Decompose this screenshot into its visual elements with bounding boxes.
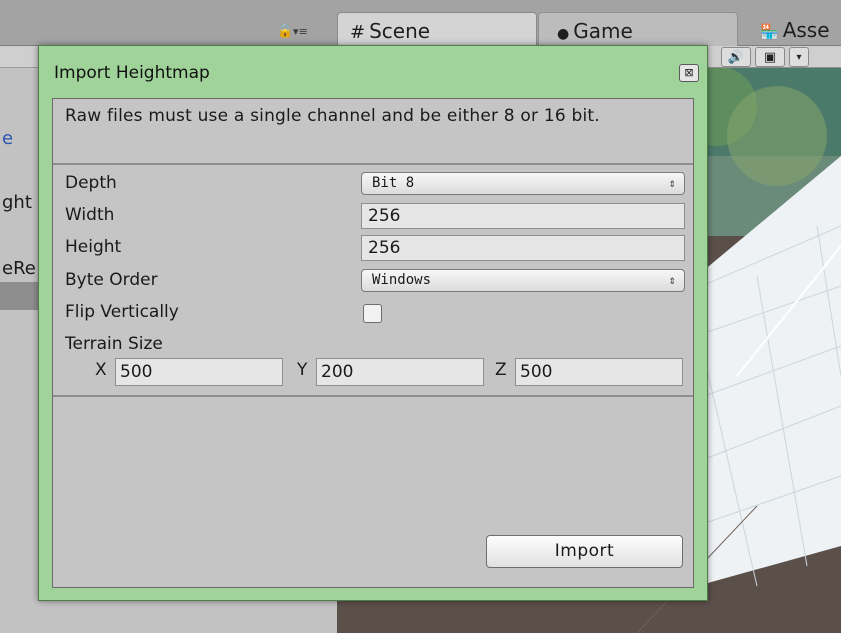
updown-arrow-icon: ⇕ [668, 273, 676, 287]
import-heightmap-dialog: Import Heightmap ⊠ Raw files must use a … [38, 45, 708, 601]
image-effects-icon[interactable]: ▣ [755, 47, 785, 67]
tab-game[interactable]: ● Game [538, 12, 738, 46]
byte-order-row: Byte Order Windows ⇕ [53, 266, 693, 296]
height-label: Height [65, 237, 122, 257]
dialog-titlebar[interactable]: Import Heightmap ⊠ [39, 46, 707, 90]
terrain-y-field[interactable]: 200 [316, 358, 484, 386]
lock-icon[interactable]: 🔒 [277, 24, 293, 39]
tab-scene[interactable]: # Scene [337, 12, 537, 46]
z-label: Z [495, 360, 507, 380]
audio-icon[interactable]: 🔊 [721, 47, 751, 67]
x-label: X [95, 360, 107, 380]
width-label: Width [65, 205, 115, 225]
terrain-z-field[interactable]: 500 [515, 358, 683, 386]
flip-vertically-row: Flip Vertically [53, 298, 693, 328]
terrain-size-row: Terrain Size [53, 330, 693, 360]
info-message: Raw files must use a single channel and … [53, 99, 693, 165]
depth-value: Bit 8 [372, 175, 415, 191]
tab-scene-label: Scene [369, 19, 431, 43]
width-row: Width 256 [53, 201, 693, 231]
flip-vertically-label: Flip Vertically [65, 302, 179, 322]
byte-order-dropdown[interactable]: Windows ⇕ [361, 269, 685, 292]
panel-text-fragment: eRe [2, 258, 36, 279]
dialog-body: Raw files must use a single channel and … [52, 98, 694, 588]
y-label: Y [297, 360, 308, 380]
flip-vertically-checkbox[interactable] [363, 304, 382, 323]
dialog-title: Import Heightmap [54, 63, 210, 83]
store-icon: 🏪 [760, 23, 779, 41]
tab-game-label: Game [573, 19, 633, 43]
depth-label: Depth [65, 173, 117, 193]
terrain-size-label: Terrain Size [65, 334, 163, 354]
updown-arrow-icon: ⇕ [668, 176, 676, 190]
panel-text-fragment: ght [2, 192, 32, 213]
terrain-size-xyz-row: X 500 Y 200 Z 500 [53, 357, 693, 389]
width-field[interactable]: 256 [361, 203, 685, 229]
height-row: Height 256 [53, 233, 693, 263]
terrain-x-field[interactable]: 500 [115, 358, 283, 386]
dropdown-arrow-icon[interactable]: ▾ [789, 47, 809, 67]
panel-text-fragment: e [2, 128, 14, 149]
depth-dropdown[interactable]: Bit 8 ⇕ [361, 172, 685, 195]
byte-order-value: Windows [372, 272, 432, 288]
pacman-icon: ● [557, 26, 570, 42]
close-button[interactable]: ⊠ [679, 64, 699, 82]
byte-order-label: Byte Order [65, 270, 158, 290]
tab-assets-label: Asse [782, 18, 830, 42]
menu-icon[interactable]: ▾≡ [293, 25, 308, 38]
grid-icon: # [350, 22, 366, 43]
editor-toolbar: 🔒 ▾≡ # Scene ● Game 🏪 Asse [0, 0, 841, 46]
depth-row: Depth Bit 8 ⇕ [53, 169, 693, 199]
section-divider [53, 395, 693, 397]
close-icon: ⊠ [684, 66, 694, 79]
tab-assets[interactable]: 🏪 Asse [748, 12, 841, 46]
import-button[interactable]: Import [486, 535, 683, 568]
height-field[interactable]: 256 [361, 235, 685, 261]
